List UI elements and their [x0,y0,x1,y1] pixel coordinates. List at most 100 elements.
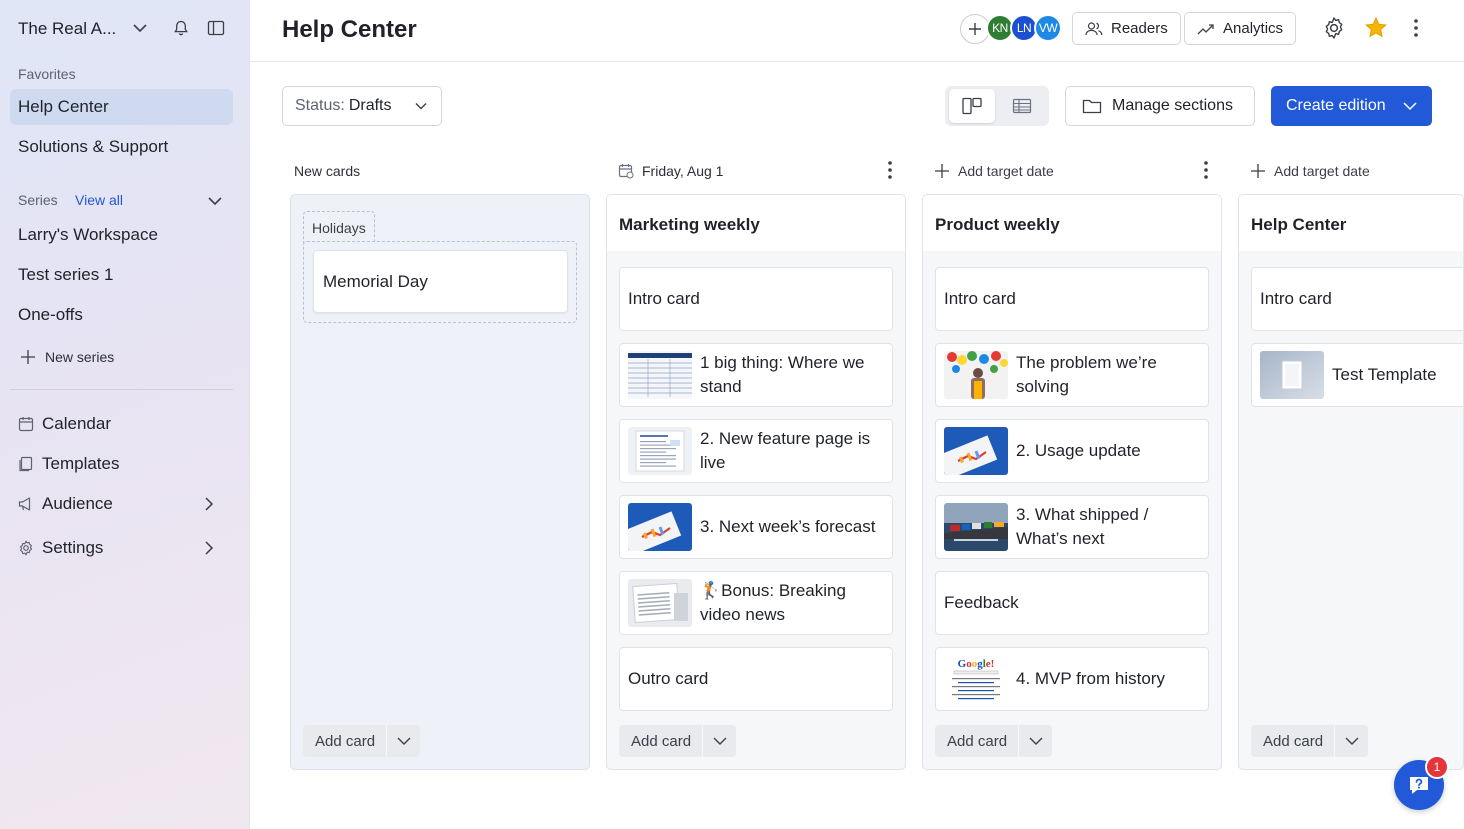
new-cards-column: Holidays Memorial Day Add card [290,194,590,770]
folder-icon [1082,99,1102,114]
story-card[interactable]: 1 big thing: Where we stand [619,343,893,407]
table-view-button[interactable] [999,89,1045,123]
chevron-down-icon[interactable] [132,20,148,41]
new-series-button[interactable]: New series [20,346,114,368]
trend-up-icon [1197,23,1214,34]
chevron-down-icon[interactable] [1402,99,1418,113]
story-card[interactable]: Intro card [935,267,1209,331]
card-thumbnail: Google! [944,655,1008,703]
sidebar-item-audience[interactable]: Audience [18,490,223,518]
svg-text:Google!: Google! [958,658,995,670]
avatar[interactable]: VW [1034,14,1062,42]
card-thumbnail [628,503,692,551]
card-thumbnail [628,351,692,399]
new-series-label: New series [45,349,115,365]
story-card[interactable]: Intro card [619,267,893,331]
card-thumbnail [1260,351,1324,399]
story-card[interactable]: 2. Usage update [935,419,1209,483]
create-edition-label: Create edition [1286,97,1386,114]
column-title[interactable]: Marketing weekly [607,195,905,251]
card-title: Outro card [628,669,709,688]
card-title: Feedback [944,593,1019,612]
chevron-right-icon [205,541,214,555]
card-title: Intro card [628,289,700,308]
add-card-button[interactable]: Add card [1251,725,1335,757]
sidebar-item-calendar[interactable]: Calendar [18,410,223,438]
users-icon [1085,21,1103,35]
gear-icon[interactable] [1322,16,1346,45]
chevron-down-icon[interactable] [207,193,223,214]
series-label: Series [18,192,58,208]
board-view-button[interactable] [949,89,995,123]
add-target-date-button[interactable]: Add target date [1250,158,1370,184]
readers-button[interactable]: Readers [1072,12,1181,45]
sidebar-item-one-offs[interactable]: One-offs [10,297,233,333]
sidebar: The Real A... Favorites Help Center Solu… [0,0,250,829]
sidebar-item-templates[interactable]: Templates [18,450,223,478]
card-title: Intro card [1260,289,1332,308]
add-card-button[interactable]: Add card [935,725,1019,757]
card-thumbnail [628,579,692,627]
story-card[interactable]: Feedback [935,571,1209,635]
chevron-down-icon[interactable] [703,725,736,757]
add-card-control: Add card [1251,725,1368,757]
story-card[interactable]: Outro card [619,647,893,711]
plus-icon [934,163,950,179]
story-card[interactable]: 2. New feature page is live [619,419,893,483]
story-card[interactable]: Test Template [1251,343,1463,407]
sidebar-item-larrys-workspace[interactable]: Larry's Workspace [10,217,233,253]
manage-sections-label: Manage sections [1112,97,1233,114]
favorites-label: Favorites [18,66,76,82]
sidebar-item-test-series-1[interactable]: Test series 1 [10,257,233,293]
add-target-date-button[interactable]: Add target date [934,158,1054,184]
story-card[interactable]: 3. Next week’s forecast [619,495,893,559]
settings-label: Settings [42,538,104,557]
calendar-icon [18,417,34,432]
create-edition-button[interactable]: Create edition [1271,86,1432,126]
board-view-icon [962,97,982,115]
workspace-switcher[interactable]: The Real A... [18,16,232,42]
status-filter-dropdown[interactable]: Status: Drafts [282,86,442,126]
more-options-icon[interactable] [1410,18,1422,43]
table-view-icon [1012,98,1032,114]
story-card[interactable]: 🏌️Bonus: Breaking video news [619,571,893,635]
sidebar-item-help-center[interactable]: Help Center [10,89,233,125]
story-card[interactable]: Intro card [1251,267,1463,331]
chevron-down-icon[interactable] [1335,725,1368,757]
card-thumbnail [944,351,1008,399]
sidebar-toggle-icon[interactable] [207,19,225,42]
chevron-right-icon [205,497,214,511]
plus-icon [21,350,35,364]
column-title[interactable]: Help Center [1239,195,1463,251]
page-title: Help Center [282,16,417,43]
card-title: Intro card [944,289,1016,308]
holidays-tag[interactable]: Holidays [303,211,375,243]
chevron-down-icon [415,103,427,110]
add-card-button[interactable]: Add card [619,725,703,757]
story-card[interactable]: Google! 4. MVP from history [935,647,1209,711]
column-title[interactable]: Product weekly [923,195,1221,251]
manage-sections-button[interactable]: Manage sections [1065,86,1255,126]
add-card-button[interactable]: Add card [303,725,387,757]
analytics-button[interactable]: Analytics [1184,12,1297,45]
story-card[interactable]: 3. What shipped / What’s next [935,495,1209,559]
star-icon[interactable] [1364,16,1388,45]
add-target-date-label: Add target date [958,163,1054,179]
plus-icon [969,23,981,35]
more-options-icon[interactable] [884,160,896,185]
story-card[interactable]: The problem we’re solving [935,343,1209,407]
sidebar-item-solutions-support[interactable]: Solutions & Support [10,129,233,165]
target-date-header[interactable]: Friday, Aug 1 [618,158,723,184]
edition-column: Product weekly Intro card The problem we’r… [922,194,1222,770]
view-all-link[interactable]: View all [75,192,123,208]
chevron-down-icon[interactable] [1019,725,1052,757]
target-date-label: Friday, Aug 1 [642,163,724,179]
templates-icon [19,456,33,472]
sidebar-item-settings[interactable]: Settings [18,534,223,562]
more-options-icon[interactable] [1200,160,1212,185]
bell-icon[interactable] [172,19,190,42]
chevron-down-icon[interactable] [387,725,420,757]
holiday-card[interactable]: Memorial Day [313,250,568,313]
status-filter-value: Drafts [348,97,392,114]
card-title: 🏌️Bonus: Breaking video news [700,581,846,624]
